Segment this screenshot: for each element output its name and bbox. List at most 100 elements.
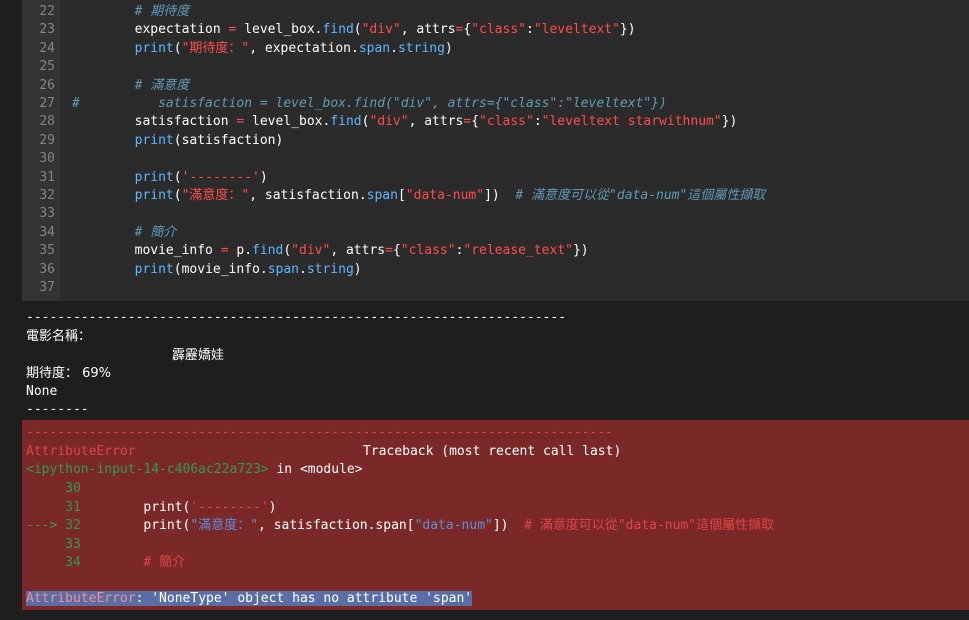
error-message: AttributeError: 'NoneType' object has no… xyxy=(26,590,473,608)
code-token: (satisfaction) xyxy=(173,132,284,148)
code-token: ( xyxy=(173,169,182,185)
line-number: 32 xyxy=(39,188,55,203)
output-dashes: ----------------------------------------… xyxy=(26,310,567,325)
code-line[interactable]: 27 # satisfaction = level_box.find("div",… xyxy=(22,95,969,113)
code-text: satisfaction = level_box.find("div", att… xyxy=(72,113,738,131)
traceback-token: ) xyxy=(268,499,277,515)
line-number: 24 xyxy=(39,40,55,56)
traceback-token: print( xyxy=(80,518,191,533)
in-module: in <module> xyxy=(268,462,363,477)
code-token: "leveltext" xyxy=(533,22,620,38)
code-token: span xyxy=(358,40,391,56)
code-token: p. xyxy=(228,243,253,259)
code-token: "leveltext starwithnum" xyxy=(541,114,722,130)
traceback-line-marker: 33 xyxy=(26,536,81,552)
line-number: 25 xyxy=(39,59,55,75)
expectation-output: 期待度： 69% xyxy=(26,366,112,381)
line-number: 30 xyxy=(39,151,55,167)
line-number: 22 xyxy=(39,4,55,19)
traceback-line-marker: 30 xyxy=(26,481,81,496)
traceback-token xyxy=(81,555,144,570)
code-token: : xyxy=(526,22,534,38)
code-token: . xyxy=(390,40,398,56)
error-message-name: AttributeError xyxy=(26,591,136,606)
code-token: , attrs xyxy=(400,22,456,38)
code-token: "class" xyxy=(471,22,526,38)
code-token: { xyxy=(392,243,401,259)
bottom-spacer xyxy=(0,610,969,620)
code-token: { xyxy=(471,114,480,130)
code-token: , satisfaction. xyxy=(249,188,367,203)
line-number: 35 xyxy=(39,243,55,259)
code-token: "release_text" xyxy=(463,243,573,259)
code-line[interactable]: 31 print('--------') xyxy=(22,169,969,187)
code-line[interactable]: 35 movie_info = p.find("div", attrs={"cl… xyxy=(22,242,969,260)
line-number: 23 xyxy=(39,22,55,38)
traceback-token: '--------' xyxy=(190,499,269,515)
code-token: ( xyxy=(283,243,292,259)
code-token: # xyxy=(72,96,80,111)
code-token: }) xyxy=(619,22,636,38)
error-dashes: ----------------------------------------… xyxy=(26,425,613,440)
code-line[interactable]: 34 # 簡介 xyxy=(22,224,969,242)
traceback-line: 31 print('--------') xyxy=(26,499,276,517)
traceback-line-marker: ---> 32 xyxy=(26,518,81,533)
code-token: find xyxy=(330,114,362,130)
line-number: 36 xyxy=(39,261,55,277)
code-line[interactable]: 30 xyxy=(22,150,969,168)
traceback-token: "data-num" xyxy=(414,518,493,533)
code-line[interactable]: 26 # 滿意度 xyxy=(22,77,969,95)
code-line[interactable]: 29 print(satisfaction) xyxy=(22,132,969,150)
code-line[interactable]: 28 satisfaction = level_box.find("div", … xyxy=(22,113,969,131)
code-token: find xyxy=(252,243,284,259)
line-number: 26 xyxy=(39,77,55,93)
code-token: "class" xyxy=(400,243,456,259)
code-token: string xyxy=(306,261,354,277)
code-token: , attrs xyxy=(330,243,386,259)
code-text: expectation = level_box.find("div", attr… xyxy=(72,21,636,39)
code-token: ) xyxy=(259,169,268,185)
input-ref-link[interactable]: <ipython-input-14-c406ac22a723> xyxy=(26,462,269,477)
code-text: print(satisfaction) xyxy=(72,132,284,150)
traceback-line: ---> 32 print("滿意度：", satisfaction.span[… xyxy=(26,517,774,535)
code-token: ]) xyxy=(484,188,516,203)
code-token: print xyxy=(134,261,174,277)
code-line[interactable]: 25 xyxy=(22,58,969,76)
code-token: "data-num" xyxy=(405,188,485,203)
code-line[interactable]: 36 print(movie_info.span.string) xyxy=(22,261,969,279)
traceback-label: Traceback (most recent call last) xyxy=(363,444,622,459)
code-token: satisfaction = level_box.find("div", att… xyxy=(79,96,667,111)
code-token: = xyxy=(220,243,229,259)
code-text: print('--------') xyxy=(72,169,268,187)
code-line[interactable]: 32 print("滿意度：", satisfaction.span["data… xyxy=(22,187,969,205)
code-line[interactable]: 24 print("期待度：", expectation.span.string… xyxy=(22,40,969,58)
code-token: ( xyxy=(353,22,362,38)
code-token: string xyxy=(397,40,445,56)
code-cell[interactable]: 22 # 期待度 23 expectation = level_box.find(… xyxy=(22,0,969,301)
error-traceback: ----------------------------------------… xyxy=(22,420,969,610)
line-number: 33 xyxy=(39,206,55,222)
code-token: ( xyxy=(173,40,182,56)
code-line[interactable]: 22 # 期待度 xyxy=(22,3,969,21)
error-name: AttributeError xyxy=(26,444,136,459)
movie-name: 霹靂嬌娃 xyxy=(172,348,225,363)
code-token: "class" xyxy=(479,114,534,130)
code-text: print("滿意度：", satisfaction.span["data-nu… xyxy=(72,187,766,205)
code-token: print xyxy=(134,40,174,56)
code-token: "div" xyxy=(291,243,331,259)
code-line[interactable]: 33 xyxy=(22,205,969,223)
code-text: movie_info = p.find("div", attrs={"class… xyxy=(72,242,589,260)
code-token: "div" xyxy=(361,22,401,38)
none-output: None xyxy=(26,384,58,399)
code-line[interactable]: 23 expectation = level_box.find("div", a… xyxy=(22,21,969,39)
code-line[interactable]: 37 xyxy=(22,279,969,297)
code-token: "div" xyxy=(369,114,409,130)
code-token: , attrs xyxy=(408,114,464,130)
traceback-line-marker: 31 xyxy=(26,499,81,515)
code-token: expectation xyxy=(72,22,229,38)
code-text: # 滿意度 xyxy=(72,77,190,95)
